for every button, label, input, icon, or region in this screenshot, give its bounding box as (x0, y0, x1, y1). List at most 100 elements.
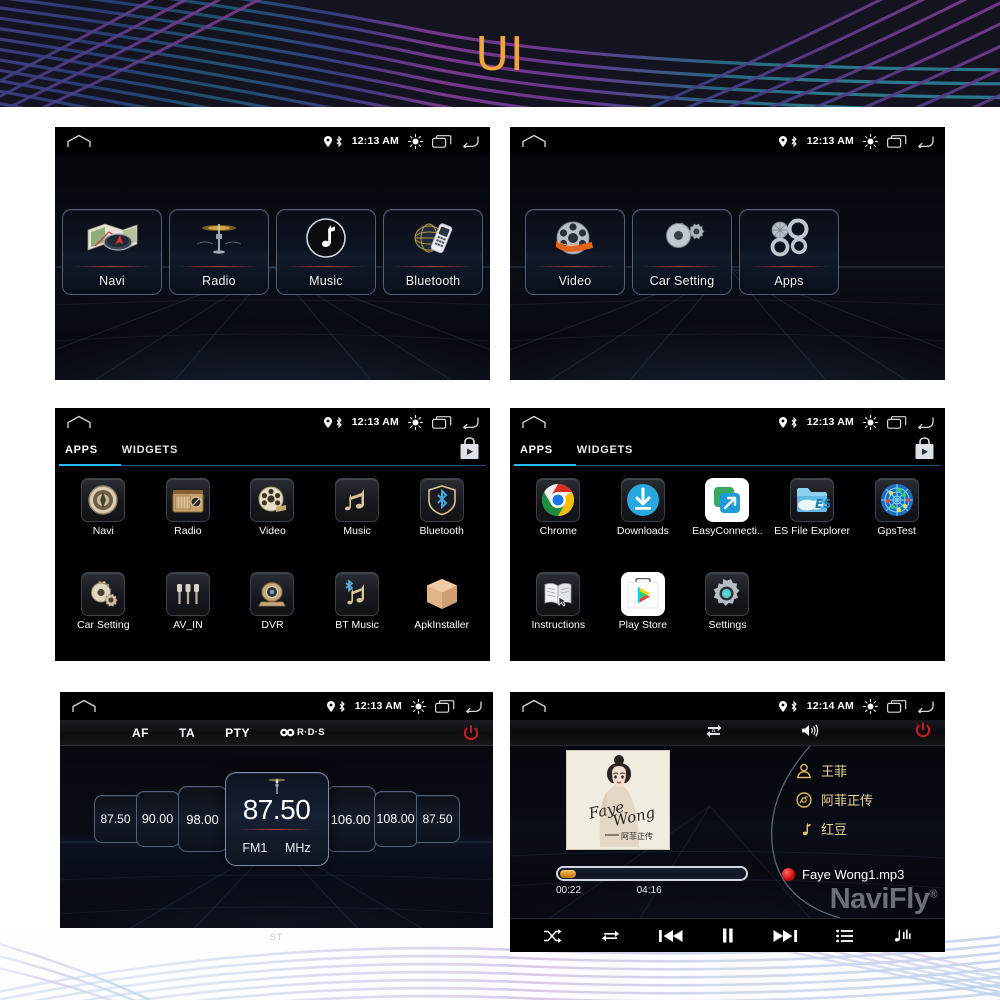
status-bar: 12:13 AM (60, 692, 493, 720)
app-label: Navi (92, 526, 114, 537)
location-pin-icon (778, 135, 787, 147)
settings-gear-icon (705, 571, 750, 616)
home-icon[interactable] (521, 134, 547, 148)
app-label: Video (259, 526, 286, 537)
app-item-navi[interactable]: Navi (61, 472, 146, 566)
playlist-icon[interactable] (835, 929, 853, 943)
app-grid: Chrome Downloads EasyConnecti.. E ES Fil… (510, 466, 945, 661)
home-tile-video[interactable]: Video (525, 209, 625, 295)
back-icon[interactable] (464, 700, 482, 713)
app-item-apkinstaller[interactable]: ApkInstaller (399, 566, 484, 660)
app-item-video[interactable]: Video (230, 472, 315, 566)
app-item-bluetooth[interactable]: Bluetooth (399, 472, 484, 566)
app-item-car-setting[interactable]: Car Setting (61, 566, 146, 660)
repeat-a-icon[interactable]: A (705, 723, 723, 742)
album-art-subtitle: 阿菲正传 (621, 831, 653, 841)
app-item-chrome[interactable]: Chrome (516, 472, 601, 566)
radio-preset[interactable]: 87.50 (93, 795, 138, 843)
antenna-icon (264, 773, 290, 795)
back-icon[interactable] (916, 135, 934, 148)
equalizer-music-icon[interactable] (891, 927, 912, 944)
play-store-bag-icon[interactable] (459, 436, 480, 466)
radio-ta-button[interactable]: TA (179, 726, 195, 740)
tab-widgets[interactable]: WIDGETS (577, 444, 633, 458)
app-item-gpstest[interactable]: GpsTest (854, 472, 939, 566)
home-tile-row: Video Car Setting Apps (510, 209, 945, 295)
pause-icon[interactable] (722, 928, 734, 943)
recents-icon[interactable] (887, 134, 907, 148)
app-item-play-store[interactable]: Play Store (601, 566, 686, 660)
app-item-av-in[interactable]: AV_IN (146, 566, 231, 660)
power-icon[interactable] (463, 724, 479, 741)
recents-icon[interactable] (887, 415, 907, 429)
app-item-settings[interactable]: Settings (685, 566, 770, 660)
home-tile-music[interactable]: Music (276, 209, 376, 295)
radio-tower-icon (170, 210, 268, 266)
radio-af-button[interactable]: AF (132, 726, 149, 740)
brightness-icon[interactable] (863, 133, 878, 149)
progress-bar[interactable] (556, 866, 748, 881)
home-icon[interactable] (66, 415, 92, 429)
app-item-music[interactable]: Music (315, 472, 400, 566)
home-icon[interactable] (71, 699, 97, 713)
brightness-icon[interactable] (863, 414, 878, 430)
tile-label: Apps (774, 273, 804, 288)
home-icon[interactable] (521, 699, 547, 713)
home-tile-car-setting[interactable]: Car Setting (632, 209, 732, 295)
home-icon[interactable] (521, 415, 547, 429)
apps-circles-icon (740, 210, 838, 266)
tab-apps[interactable]: APPS (65, 444, 98, 458)
brightness-icon[interactable] (408, 133, 423, 149)
play-store-icon (620, 571, 665, 616)
radio-preset[interactable]: 90.00 (135, 791, 180, 847)
rds-glyph-icon (280, 728, 295, 737)
app-item-es-file-explorer[interactable]: ES ES File Explorer (770, 472, 855, 566)
radio-preset[interactable]: 106.00 (325, 786, 376, 852)
app-item-dvr[interactable]: DVR (230, 566, 315, 660)
brightness-icon[interactable] (408, 414, 423, 430)
recents-icon[interactable] (432, 134, 452, 148)
app-item-radio[interactable]: Radio (146, 472, 231, 566)
shuffle-icon[interactable] (543, 928, 563, 944)
radio-preset[interactable]: 98.00 (177, 786, 228, 852)
home-tile-radio[interactable]: Radio (169, 209, 269, 295)
back-icon[interactable] (461, 416, 479, 429)
current-track: Faye Wong1.mp3 (782, 867, 904, 882)
app-item-bt-music[interactable]: BT Music (315, 566, 400, 660)
volume-icon[interactable] (801, 723, 820, 743)
brightness-icon[interactable] (411, 698, 426, 714)
home-icon[interactable] (66, 134, 92, 148)
recents-icon[interactable] (887, 699, 907, 713)
brightness-icon[interactable] (863, 698, 878, 714)
rds-logo[interactable]: R·D·S (280, 727, 325, 738)
back-icon[interactable] (916, 700, 934, 713)
prev-track-icon[interactable] (659, 929, 683, 943)
next-track-icon[interactable] (773, 929, 797, 943)
home-tile-navi[interactable]: Navi (62, 209, 162, 295)
radio-current-station[interactable]: 87.50 FM1 MHz (224, 772, 329, 866)
tile-label: Music (309, 273, 343, 288)
radio-preset[interactable]: 108.00 (373, 791, 418, 847)
tab-apps[interactable]: APPS (520, 444, 553, 458)
app-item-easyconnection[interactable]: EasyConnecti.. (685, 472, 770, 566)
play-store-bag-icon[interactable] (914, 436, 935, 466)
app-label: AV_IN (173, 619, 203, 631)
song-name: 红豆 (821, 823, 848, 838)
app-label: ES File Explorer (774, 526, 851, 537)
tab-widgets[interactable]: WIDGETS (122, 444, 178, 458)
home-tile-apps[interactable]: Apps (739, 209, 839, 295)
home-tile-bluetooth[interactable]: Bluetooth (383, 209, 483, 295)
radio-preset[interactable]: 87.50 (415, 795, 460, 843)
back-icon[interactable] (916, 416, 934, 429)
recents-icon[interactable] (435, 699, 455, 713)
app-item-instructions[interactable]: Instructions (516, 566, 601, 660)
back-icon[interactable] (461, 135, 479, 148)
app-label: EasyConnecti.. (692, 526, 763, 537)
radio-pty-button[interactable]: PTY (225, 726, 250, 740)
app-item-downloads[interactable]: Downloads (601, 472, 686, 566)
playing-indicator-icon (782, 868, 795, 881)
track-metadata: 王菲 阿菲正传 红豆 (796, 756, 873, 843)
recents-icon[interactable] (432, 415, 452, 429)
power-icon[interactable] (915, 722, 931, 743)
repeat-icon[interactable] (601, 928, 620, 944)
